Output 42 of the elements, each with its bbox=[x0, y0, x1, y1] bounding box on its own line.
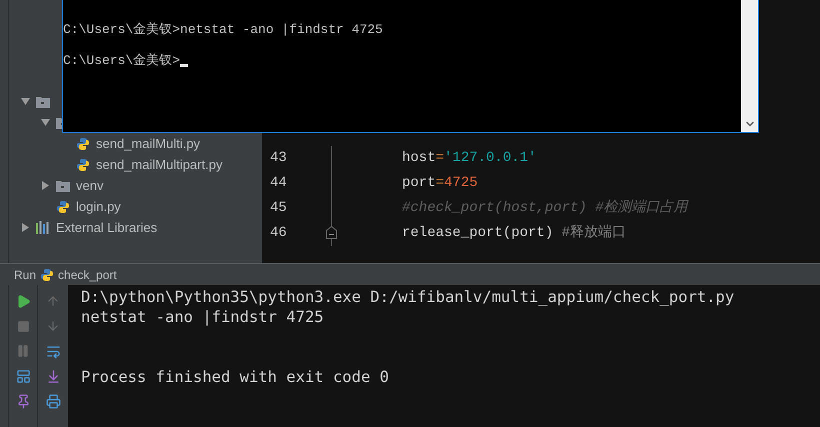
scrollbar[interactable] bbox=[741, 0, 758, 132]
tree-item-label[interactable]: send_mailMulti.py bbox=[96, 134, 200, 154]
collapsed-arrow-icon[interactable] bbox=[21, 223, 30, 232]
line-number: 44 bbox=[269, 174, 288, 193]
tree-item-label[interactable]: venv bbox=[76, 176, 104, 196]
library-icon bbox=[36, 221, 50, 234]
layout-icon bbox=[16, 368, 30, 384]
code-line: port=4725 bbox=[401, 174, 478, 193]
folder-icon bbox=[56, 180, 70, 192]
command-line: C:\Users\金美钗>netstat -ano |findstr 4725 bbox=[63, 22, 383, 38]
pin-icon bbox=[16, 394, 30, 408]
play-icon bbox=[16, 294, 30, 308]
python-file-icon bbox=[76, 158, 90, 172]
wrap-icon bbox=[46, 344, 60, 358]
line-number: 43 bbox=[269, 149, 288, 168]
run-tab-label[interactable]: Run bbox=[14, 266, 36, 284]
text-cursor bbox=[180, 64, 188, 67]
code-line: #check_port(host,port) #检测端口占用 bbox=[401, 198, 688, 218]
python-file-icon bbox=[56, 200, 70, 214]
python-file-icon bbox=[76, 136, 90, 150]
fold-marker-icon[interactable] bbox=[326, 226, 336, 239]
python-icon bbox=[40, 268, 54, 282]
collapsed-arrow-icon[interactable] bbox=[41, 181, 50, 190]
print-icon bbox=[46, 394, 60, 408]
code-line: release_port(port) #释放端口 bbox=[401, 224, 626, 243]
console-line: D:\python\Python35\python3.exe D:/wifibanlv/multi_appium/check_port.py bbox=[81, 287, 734, 307]
folder-icon bbox=[36, 96, 50, 108]
tree-item-label[interactable]: send_mailMultipart.py bbox=[96, 154, 222, 174]
stop-icon bbox=[16, 320, 30, 332]
tree-item-label[interactable]: login.py bbox=[76, 196, 121, 216]
down-to-line-icon bbox=[46, 368, 60, 384]
line-number: 46 bbox=[269, 224, 288, 243]
process-status-line: Process finished with exit code 0 bbox=[81, 367, 389, 387]
pause-icon bbox=[16, 344, 30, 358]
line-number: 45 bbox=[269, 199, 288, 218]
code-line: host='127.0.0.1' bbox=[401, 149, 536, 168]
run-config-name[interactable]: check_port bbox=[58, 266, 117, 284]
tree-item-label[interactable]: External Libraries bbox=[56, 218, 158, 238]
prompt-line: C:\Users\金美钗> bbox=[63, 53, 180, 69]
expanded-arrow-icon[interactable] bbox=[21, 97, 30, 106]
console-line: netstat -ano |findstr 4725 bbox=[81, 307, 324, 327]
expanded-arrow-icon[interactable] bbox=[41, 118, 50, 127]
